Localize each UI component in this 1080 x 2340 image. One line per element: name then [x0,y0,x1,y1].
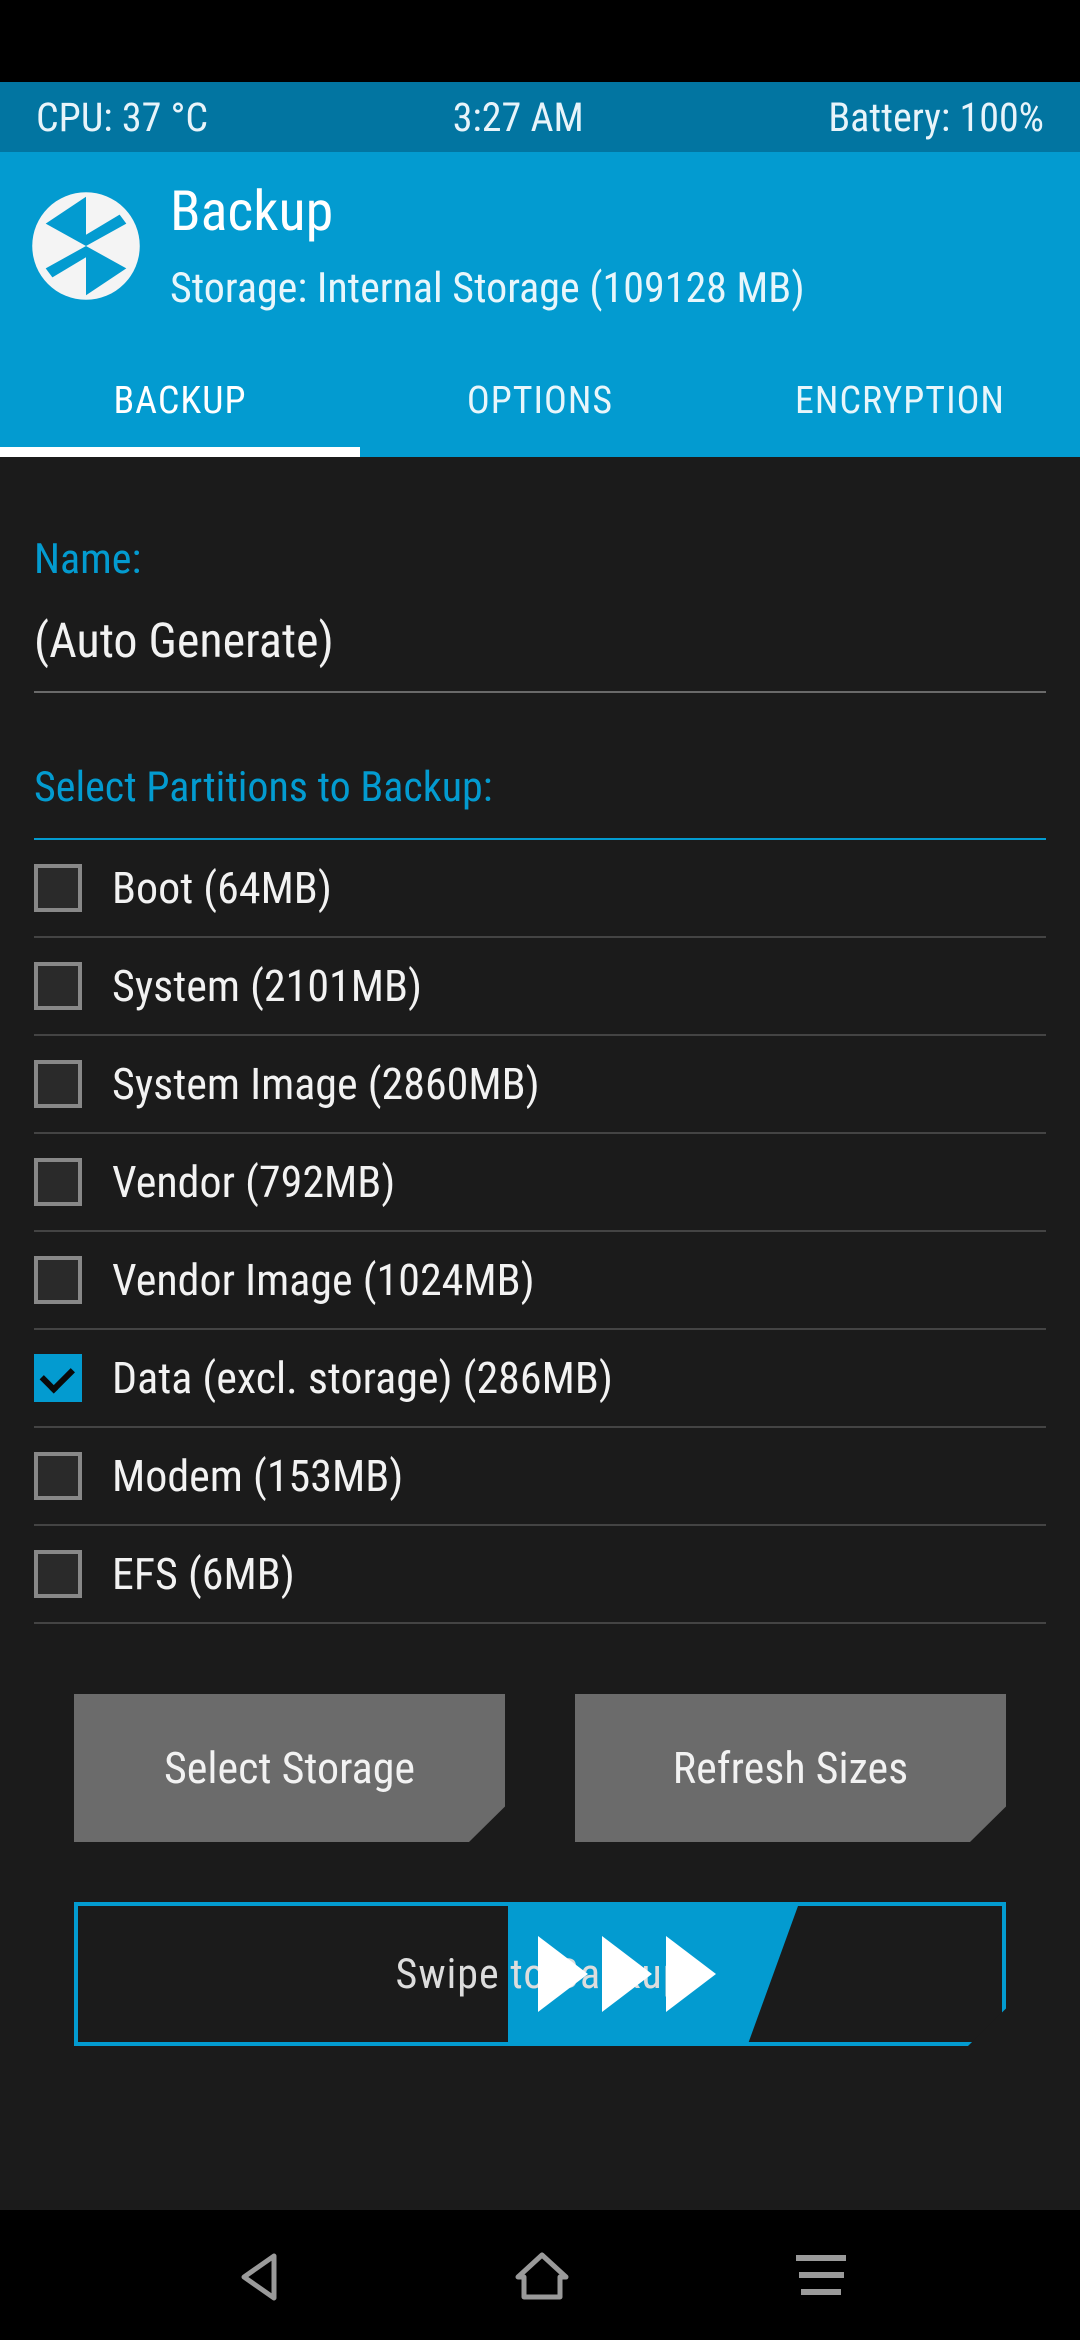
status-time: 3:27 AM [453,94,584,141]
partition-row-modem[interactable]: Modem (153MB) [34,1428,1046,1526]
header-texts: Backup Storage: Internal Storage (109128… [170,178,805,313]
nav-recents-icon[interactable] [796,2255,846,2295]
content-area: Name: (Auto Generate) Select Partitions … [0,457,1080,2233]
tab-options[interactable]: OPTIONS [360,353,720,457]
page-title: Backup [170,178,805,244]
partition-row-vendor-image[interactable]: Vendor Image (1024MB) [34,1232,1046,1330]
twrp-logo-icon [30,190,142,302]
partition-label: Vendor Image (1024MB) [112,1254,535,1306]
refresh-sizes-button[interactable]: Refresh Sizes [575,1694,1006,1842]
name-input[interactable]: (Auto Generate) [34,594,1046,693]
swipe-to-backup-slider[interactable]: Swipe to Backup [74,1902,1006,2046]
top-gap [0,0,1080,82]
checkbox-checked-icon[interactable] [34,1354,82,1402]
select-storage-button[interactable]: Select Storage [74,1694,505,1842]
checkbox-icon[interactable] [34,1158,82,1206]
partition-row-efs[interactable]: EFS (6MB) [34,1526,1046,1624]
button-row: Select Storage Refresh Sizes [34,1694,1046,1842]
partition-label: EFS (6MB) [112,1548,295,1600]
storage-subtitle: Storage: Internal Storage (109128 MB) [170,264,805,313]
partition-label: System (2101MB) [112,960,422,1012]
checkbox-icon[interactable] [34,1452,82,1500]
status-cpu: CPU: 37 °C [36,94,208,141]
partition-row-system[interactable]: System (2101MB) [34,938,1046,1036]
tab-backup[interactable]: BACKUP [0,353,360,457]
checkbox-icon[interactable] [34,1550,82,1598]
status-battery: Battery: 100% [828,94,1044,141]
nav-home-icon[interactable] [512,2249,568,2301]
partition-label: Vendor (792MB) [112,1156,395,1208]
nav-back-icon[interactable] [234,2250,284,2300]
checkbox-icon[interactable] [34,864,82,912]
partition-label: System Image (2860MB) [112,1058,540,1110]
partitions-label: Select Partitions to Backup: [34,763,1046,840]
tab-encryption[interactable]: ENCRYPTION [720,353,1080,457]
partition-row-system-image[interactable]: System Image (2860MB) [34,1036,1046,1134]
checkbox-icon[interactable] [34,1256,82,1304]
partition-label: Data (excl. storage) (286MB) [112,1352,613,1404]
partition-list: Boot (64MB) System (2101MB) System Image… [34,840,1046,1624]
checkbox-icon[interactable] [34,1060,82,1108]
partition-row-vendor[interactable]: Vendor (792MB) [34,1134,1046,1232]
name-label: Name: [34,457,1046,594]
checkbox-icon[interactable] [34,962,82,1010]
partition-label: Boot (64MB) [112,862,332,914]
header: Backup Storage: Internal Storage (109128… [0,152,1080,353]
partition-row-boot[interactable]: Boot (64MB) [34,840,1046,938]
partition-label: Modem (153MB) [112,1450,403,1502]
partition-row-data[interactable]: Data (excl. storage) (286MB) [34,1330,1046,1428]
status-bar: CPU: 37 °C 3:27 AM Battery: 100% [0,82,1080,152]
navigation-bar [0,2210,1080,2340]
tabs: BACKUP OPTIONS ENCRYPTION [0,353,1080,457]
swipe-arrows-icon [538,1936,716,2012]
